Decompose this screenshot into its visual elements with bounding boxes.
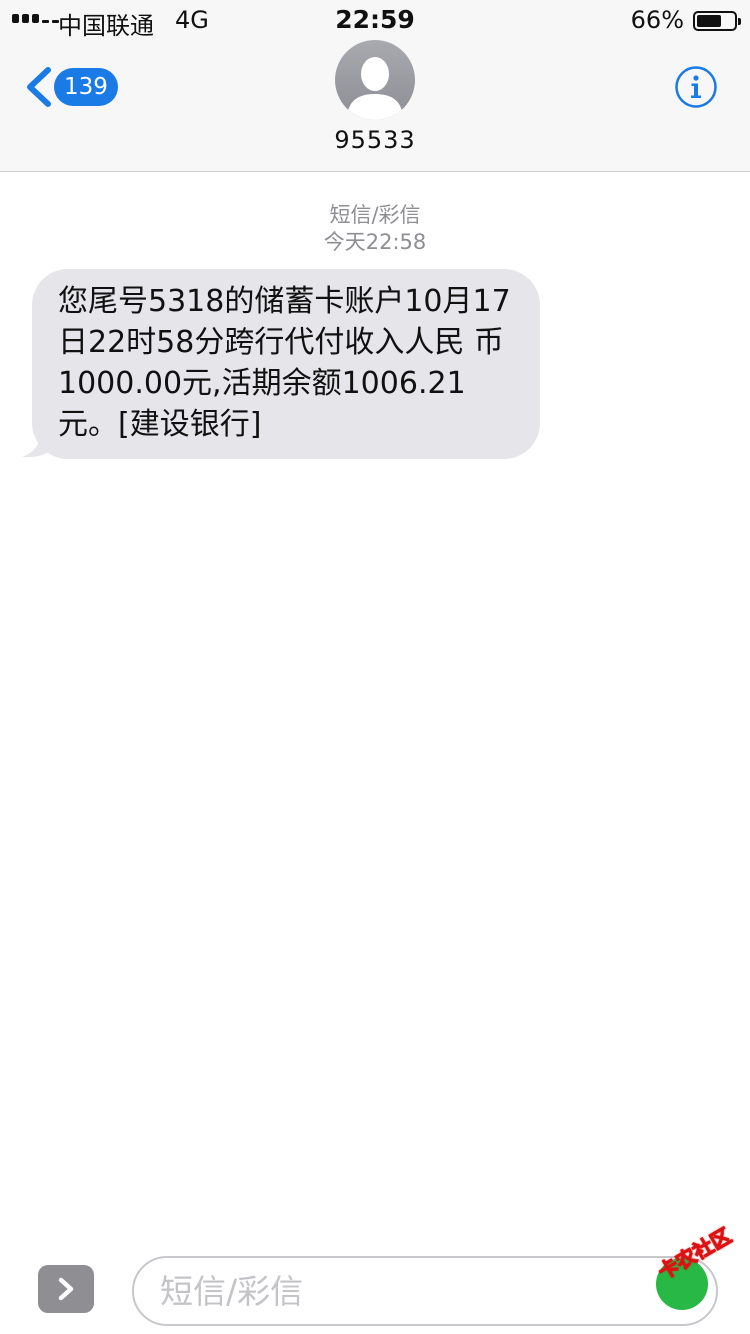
expand-apps-button[interactable] xyxy=(38,1265,94,1313)
message-type-label: 短信/彩信 xyxy=(329,203,421,227)
messages-screen: 中国联通 4G 22:59 66% 139 95533 短信/彩信 今天22:5… xyxy=(0,0,750,1334)
message-input[interactable] xyxy=(132,1256,718,1326)
incoming-message[interactable]: 您尾号5318的储蓄卡账户10月17日22时58分跨行代付收入人民 币1000.… xyxy=(20,269,540,459)
back-button-unread-count[interactable]: 139 xyxy=(54,68,118,106)
contact-avatar[interactable] xyxy=(335,40,415,120)
status-bar: 中国联通 4G 22:59 66% xyxy=(0,0,750,40)
watermark-logo: 卡农社区 xyxy=(648,1223,744,1316)
conversation-thread[interactable]: 短信/彩信 今天22:58 您尾号5318的储蓄卡账户10月17日22时58分跨… xyxy=(0,173,750,1243)
contact-name[interactable]: 95533 xyxy=(0,126,750,154)
battery-percent: 66% xyxy=(630,6,684,34)
info-icon[interactable] xyxy=(674,65,718,109)
header: 中国联通 4G 22:59 66% 139 95533 xyxy=(0,0,750,172)
chevron-left-icon[interactable] xyxy=(24,66,54,108)
battery-icon xyxy=(693,11,741,31)
message-bubble[interactable]: 您尾号5318的储蓄卡账户10月17日22时58分跨行代付收入人民 币1000.… xyxy=(32,269,540,459)
person-silhouette-icon xyxy=(347,57,403,120)
input-bar xyxy=(0,1243,750,1334)
message-timestamp: 今天22:58 xyxy=(323,230,427,254)
chevron-right-icon xyxy=(58,1277,74,1301)
